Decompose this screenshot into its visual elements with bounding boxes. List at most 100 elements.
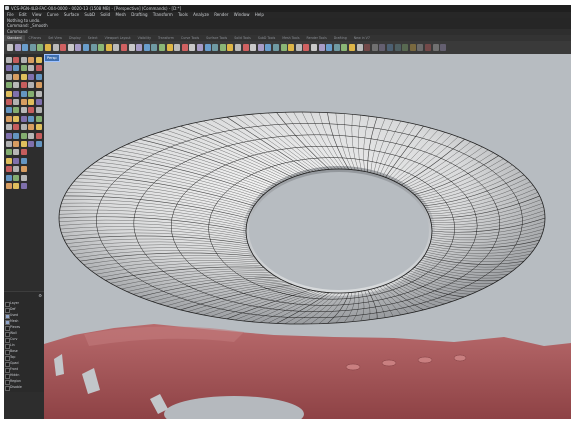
toolbar-button-icon[interactable] [121,44,127,51]
left-toolbar-button-icon[interactable] [20,157,27,164]
left-toolbar-button-icon[interactable] [28,90,35,97]
menu-window[interactable]: Window [234,12,250,17]
left-toolbar-button-icon[interactable] [20,73,27,80]
left-toolbar-button-icon[interactable] [13,124,20,131]
left-toolbar-button-icon[interactable] [6,82,12,89]
menu-view[interactable]: View [32,12,42,17]
menu-analyze[interactable]: Analyze [193,12,209,17]
left-toolbar-button-icon[interactable] [35,115,42,122]
toolbar-button-icon[interactable] [303,44,310,51]
left-toolbar-button-icon[interactable] [6,90,12,97]
left-toolbar-button-icon[interactable] [20,183,27,189]
layer-row[interactable]: Pieces [5,325,42,331]
toolbar-button-icon[interactable] [159,44,165,51]
toolbar-button-icon[interactable] [257,44,264,51]
toolbar-button-icon[interactable] [166,44,173,51]
left-toolbar-button-icon[interactable] [20,57,27,63]
left-toolbar-button-icon[interactable] [20,115,27,122]
layer-row[interactable]: Front [5,367,42,373]
left-toolbar-button-icon[interactable] [13,174,20,181]
toolbar-button-icon[interactable] [98,44,105,51]
left-toolbar-button-icon[interactable] [35,65,42,72]
left-toolbar-button-icon[interactable] [13,141,20,147]
left-toolbar-button-icon[interactable] [28,65,35,72]
gear-icon[interactable]: ⚙ [38,293,42,298]
toolbar-button-icon[interactable] [67,44,74,51]
left-toolbar-button-icon[interactable] [6,73,12,80]
left-toolbar-button-icon[interactable] [6,141,12,147]
toolbar-button-icon[interactable] [143,44,150,51]
toolbar-button-icon[interactable] [174,44,181,51]
left-toolbar-button-icon[interactable] [6,183,12,189]
left-toolbar-button-icon[interactable] [13,65,20,72]
left-toolbar-button-icon[interactable] [35,99,42,105]
left-toolbar-button-icon[interactable] [6,124,12,131]
menu-curve[interactable]: Curve [47,12,59,17]
toolbar-button-icon[interactable] [90,44,97,51]
toolbar-button-icon[interactable] [113,44,120,51]
toolbar-button-icon[interactable] [29,44,36,51]
toolbar-button-icon[interactable] [265,44,272,51]
layer-row[interactable]: Top [5,355,42,361]
toolbar-button-icon[interactable] [402,44,409,51]
left-toolbar-button-icon[interactable] [20,174,27,181]
left-toolbar-button-icon[interactable] [6,149,12,156]
menu-file[interactable]: File [7,12,14,17]
toolbar-button-icon[interactable] [204,44,211,51]
toolbar-button-icon[interactable] [341,44,348,51]
layer-row[interactable]: Region [5,379,42,385]
left-toolbar-button-icon[interactable] [20,90,27,97]
toolbar-button-icon[interactable] [128,44,135,51]
left-toolbar-button-icon[interactable] [28,99,35,105]
toolbar-button-icon[interactable] [60,44,67,51]
toolbar-button-icon[interactable] [22,44,29,51]
toolbar-button-icon[interactable] [45,44,51,51]
toolbar-button-icon[interactable] [280,44,287,51]
toolbar-button-icon[interactable] [37,44,44,51]
left-toolbar-button-icon[interactable] [6,107,12,114]
left-toolbar-button-icon[interactable] [20,149,27,156]
toolbar-button-icon[interactable] [394,44,401,51]
layer-row[interactable]: Layer [5,301,42,307]
left-toolbar-button-icon[interactable] [6,174,12,181]
menu-tools[interactable]: Tools [178,12,188,17]
toolbar-button-icon[interactable] [227,44,234,51]
toolbar-button-icon[interactable] [318,44,325,51]
left-toolbar-button-icon[interactable] [28,73,35,80]
toolbar-button-icon[interactable] [379,44,386,51]
left-toolbar-button-icon[interactable] [6,99,12,105]
layer-row[interactable]: Gpad [5,361,42,367]
left-toolbar-button-icon[interactable] [28,57,35,63]
toolbar-button-icon[interactable] [189,44,196,51]
toolbar-button-icon[interactable] [333,44,340,51]
left-toolbar-button-icon[interactable] [35,124,42,131]
left-toolbar-button-icon[interactable] [20,124,27,131]
left-toolbar-button-icon[interactable] [20,132,27,139]
toolbar-button-icon[interactable] [7,44,13,51]
toolbar-button-icon[interactable] [83,44,89,51]
left-toolbar-button-icon[interactable] [20,82,27,89]
toolbar-button-icon[interactable] [136,44,143,51]
left-toolbar-button-icon[interactable] [13,99,20,105]
left-toolbar-button-icon[interactable] [35,90,42,97]
perspective-viewport[interactable]: Persp [44,54,571,419]
left-toolbar-button-icon[interactable] [13,183,20,189]
toolbar-button-icon[interactable] [417,44,424,51]
menu-transform[interactable]: Transform [153,12,173,17]
left-toolbar-button-icon[interactable] [6,57,12,63]
menu-solid[interactable]: Solid [100,12,110,17]
menu-mesh[interactable]: Mesh [115,12,126,17]
left-toolbar-button-icon[interactable] [28,107,35,114]
left-toolbar-button-icon[interactable] [13,149,20,156]
toolbar-button-icon[interactable] [387,44,393,51]
left-toolbar-button-icon[interactable] [13,166,20,173]
left-toolbar-button-icon[interactable] [13,107,20,114]
toolbar-button-icon[interactable] [273,44,279,51]
left-toolbar-button-icon[interactable] [28,132,35,139]
viewport-label[interactable]: Persp [44,54,60,62]
toolbar-button-icon[interactable] [295,44,302,51]
toolbar-button-icon[interactable] [212,44,219,51]
toolbar-button-icon[interactable] [181,44,188,51]
left-toolbar-button-icon[interactable] [13,73,20,80]
toolbar-button-icon[interactable] [440,44,447,51]
